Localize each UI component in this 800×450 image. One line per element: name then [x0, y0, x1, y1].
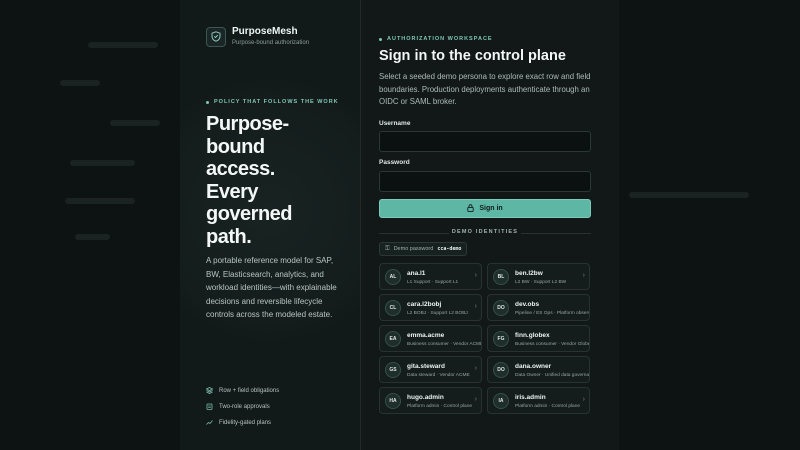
persona-card-finn[interactable]: FG finn.globex Business consumer · Vendo… — [487, 325, 590, 352]
persona-role: Data steward · Vendor ACME — [407, 373, 470, 378]
username-input[interactable] — [379, 131, 591, 152]
persona-name: ben.l2bw — [515, 270, 543, 277]
persona-role: Data Owner · Unified data governance — [515, 373, 590, 378]
demo-password-label: Demo password — [393, 246, 434, 252]
feature-label: Two-role approvals — [219, 404, 270, 410]
clipboard-icon — [206, 403, 214, 412]
login-subtitle: Select a seeded demo persona to explore … — [379, 72, 591, 106]
chevron-right-icon: › — [474, 365, 477, 372]
demo-password-badge: ⚿ Demo password cca-demo — [379, 242, 468, 256]
persona-card-emma[interactable]: EA emma.acme Business consumer · Vendor … — [379, 325, 482, 352]
ghost-line — [629, 192, 749, 198]
sign-in-label: Sign in — [479, 205, 503, 212]
feature-label: Fidelity-gated plans — [219, 420, 272, 426]
chevron-right-icon: › — [474, 272, 477, 279]
persona-card-cara[interactable]: CL cara.l2bobj L2 BOBJ · Support L2 BOBJ… — [379, 294, 482, 321]
brand: PurposeMesh Purpose-bound authorization — [206, 26, 309, 47]
avatar: BL — [493, 269, 509, 285]
login-eyebrow-text: AUTHORIZATION WORKSPACE — [387, 36, 493, 42]
login-card: PurposeMesh Purpose-bound authorization … — [180, 0, 619, 450]
lock-icon — [467, 203, 474, 214]
shield-icon — [206, 26, 226, 47]
persona-role: Platform admin · Control plane — [515, 404, 581, 409]
persona-role: Pipeline / ES Ops · Platform observabili… — [515, 311, 590, 316]
brand-tagline: Purpose-bound authorization — [232, 40, 310, 46]
persona-name: ana.l1 — [407, 270, 426, 277]
password-input[interactable] — [379, 171, 591, 192]
feature-item: Row + field obligations — [205, 383, 280, 399]
hero-eyebrow-text: POLICY THAT FOLLOWS THE WORK — [214, 99, 339, 105]
persona-role: L2 BOBJ · Support L2 BOBJ — [407, 311, 468, 316]
persona-name: emma.acme — [407, 332, 445, 339]
persona-role: Business consumer · Vendor Globex — [515, 342, 590, 347]
brand-name: PurposeMesh — [232, 26, 298, 37]
persona-card-iris[interactable]: IA iris.admin Platform admin · Control p… — [487, 387, 590, 414]
persona-name: dev.obs — [515, 301, 540, 308]
ghost-line — [88, 42, 158, 48]
feature-list: Row + field obligations Two-role approva… — [205, 383, 280, 431]
persona-role: L2 BW · Support L2 BW — [515, 280, 567, 285]
username-label: Username — [379, 120, 411, 127]
avatar: IA — [493, 393, 509, 409]
demo-heading: DEMO IDENTITIES — [451, 229, 519, 235]
persona-card-ana[interactable]: AL ana.l1 L1 Support · Support L1 › — [379, 263, 482, 290]
persona-role: Business consumer · Vendor ACME — [407, 342, 482, 347]
avatar: DO — [493, 362, 509, 378]
hero-eyebrow: POLICY THAT FOLLOWS THE WORK — [206, 99, 339, 105]
persona-name: hugo.admin — [407, 394, 444, 401]
avatar: CL — [385, 300, 401, 316]
persona-card-gita[interactable]: GS gita.steward Data steward · Vendor AC… — [379, 356, 482, 383]
persona-role: Platform admin · Control plane — [407, 404, 473, 409]
persona-name: dana.owner — [515, 363, 552, 370]
login-title: Sign in to the control plane — [379, 48, 566, 64]
avatar: AL — [385, 269, 401, 285]
key-icon: ⚿ — [385, 245, 390, 252]
persona-name: gita.steward — [407, 363, 445, 370]
avatar: EA — [385, 331, 401, 347]
feature-item: Fidelity-gated plans — [206, 415, 279, 431]
chevron-right-icon: › — [474, 396, 477, 403]
feature-item: Two-role approvals — [206, 399, 279, 415]
persona-name: finn.globex — [515, 332, 550, 339]
persona-card-dev[interactable]: DO dev.obs Pipeline / ES Ops · Platform … — [487, 294, 590, 321]
persona-role: L1 Support · Support L1 — [407, 280, 459, 285]
hero-panel: PurposeMesh Purpose-bound authorization … — [180, 0, 361, 450]
ghost-line — [60, 80, 100, 86]
persona-card-dana[interactable]: DO dana.owner Data Owner · Unified data … — [487, 356, 590, 383]
avatar: GS — [385, 362, 401, 378]
avatar: DO — [493, 300, 509, 316]
persona-card-hugo[interactable]: HA hugo.admin Platform admin · Control p… — [379, 387, 482, 414]
dot-icon — [379, 37, 382, 41]
avatar: FG — [493, 331, 509, 347]
chevron-right-icon: › — [474, 303, 477, 310]
avatar: HA — [385, 393, 401, 409]
password-label: Password — [379, 159, 410, 166]
sign-in-button[interactable]: Sign in — [379, 199, 591, 218]
chevron-right-icon: › — [582, 272, 585, 279]
ghost-line — [75, 234, 110, 240]
chevron-right-icon: › — [582, 396, 585, 403]
login-eyebrow: AUTHORIZATION WORKSPACE — [379, 36, 493, 42]
background-right — [619, 0, 800, 450]
trend-icon — [206, 419, 214, 428]
login-panel: AUTHORIZATION WORKSPACE Sign in to the c… — [379, 0, 609, 450]
persona-card-ben[interactable]: BL ben.l2bw L2 BW · Support L2 BW › — [487, 263, 590, 290]
background-left — [0, 0, 180, 450]
ghost-line — [65, 198, 135, 204]
ghost-line — [110, 120, 160, 126]
demo-password-value: cca-demo — [437, 246, 462, 252]
feature-label: Row + field obligations — [219, 388, 280, 394]
layers-icon — [205, 386, 214, 396]
persona-name: cara.l2bobj — [407, 301, 442, 308]
persona-name: iris.admin — [515, 394, 546, 401]
hero-description: A portable reference model for SAP, BW, … — [206, 256, 337, 319]
dot-icon — [206, 100, 209, 104]
hero-headline: Purpose-bound access. Every governed pat… — [206, 113, 293, 248]
demo-divider: DEMO IDENTITIES — [379, 229, 591, 237]
ghost-line — [70, 160, 135, 166]
